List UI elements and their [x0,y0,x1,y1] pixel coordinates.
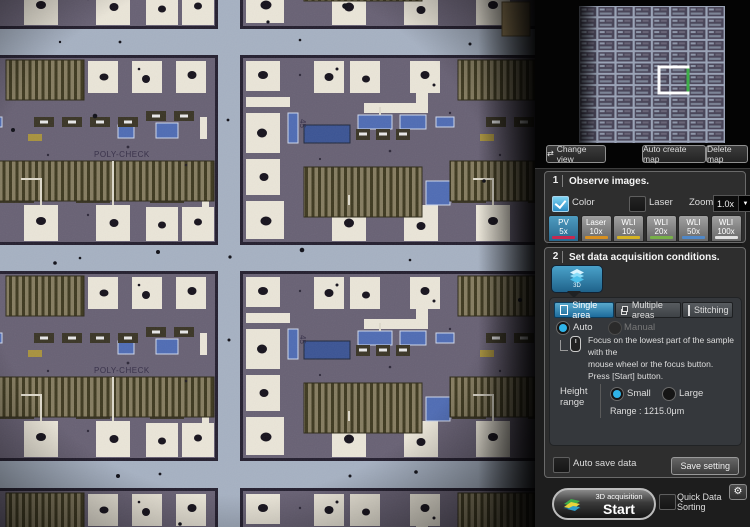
laser-checkbox[interactable] [629,196,646,212]
mode-3d-button[interactable]: 3D [551,265,603,293]
focus-connector [560,340,568,351]
microscope-view[interactable]: POLY-CHECK 45 [0,0,535,527]
objective-color-bar [650,236,673,239]
gear-icon: ⚙ [734,487,743,497]
objective-wli-10x[interactable]: WLI 10x [613,215,644,242]
auto-save-label: Auto save data [573,458,636,469]
observe-section: 1 Observe images. Color Laser Zoom 1.0x … [544,171,746,243]
tab-stitching[interactable]: Stitching [682,302,733,318]
zoom-label: Zoom [689,197,713,208]
auto-create-map-label: Auto create map [643,144,705,164]
focus-instructions: Focus on the lowest part of the sample w… [588,334,740,382]
auto-create-map-button[interactable]: Auto create map [642,145,706,163]
acquisition-header: 2 Set data acquisition conditions. [545,248,745,266]
surface-3d-icon [560,495,584,513]
specimen-image: POLY-CHECK 45 [0,0,535,527]
stitching-icon [688,305,690,316]
height-large-radio[interactable] [662,387,676,401]
height-range-label: Height range [560,386,587,408]
color-checkbox[interactable] [552,196,569,212]
auto-save-checkbox[interactable] [553,457,570,473]
objective-pv-5x[interactable]: PV 5x [548,215,579,242]
single-area-icon [560,305,568,315]
quick-data-sorting-label: Quick Data Sorting [677,492,722,512]
height-large-label: Large [679,388,703,399]
zoom-value: 1.0x [714,196,738,211]
acquisition-title: Set data acquisition conditions. [569,252,720,263]
observe-step-number: 1 [549,175,563,187]
objective-color-bar [682,236,705,239]
objective-color-bar [585,236,608,239]
objective-color-bar [552,236,575,239]
objective-wli-20x[interactable]: WLI 20x [646,215,677,242]
manual-label: Manual [624,322,655,333]
acquisition-section: 2 Set data acquisition conditions. 3D Si… [544,247,746,478]
save-setting-button[interactable]: Save setting [671,457,739,475]
height-small-radio[interactable] [610,387,624,401]
quick-data-sorting-checkbox[interactable] [659,494,676,510]
settings-gear-button[interactable]: ⚙ [729,484,747,500]
tab-multiple-areas[interactable]: Multiple areas [615,302,681,318]
height-small-label: Small [627,388,651,399]
change-view-button[interactable]: ⇄ Change view [546,145,606,163]
app-window: POLY-CHECK 45 [0,0,750,527]
objective-color-bar [715,236,738,239]
zoom-dropdown[interactable]: 1.0x ▼ [713,195,750,212]
laser-label: Laser [649,197,673,208]
start-button-label: Start [584,502,654,516]
objective-laser-10x[interactable]: Laser 10x [581,215,612,242]
auto-radio[interactable] [556,321,570,335]
manual-radio[interactable] [608,321,622,335]
mouse-icon [570,336,581,352]
acquisition-inner-panel: Single area Multiple areas Stitching Aut… [549,297,742,446]
delete-map-label: Delete map [707,144,747,164]
change-view-icon: ⇄ [547,150,554,158]
change-view-label: Change view [557,144,605,164]
area-tabs: Single area Multiple areas Stitching [554,302,733,318]
auto-label: Auto [573,322,593,333]
objective-lens-row: PV 5x Laser 10x WLI 10x WLI 20x [548,215,742,245]
objective-color-bar [617,236,640,239]
objective-wli-100x[interactable]: WLI 100x [711,215,742,242]
observe-title: Observe images. [569,176,649,187]
objective-wli-50x[interactable]: WLI 50x [678,215,709,242]
color-label: Color [572,197,595,208]
chevron-down-icon: ▼ [738,196,750,211]
delete-map-button[interactable]: Delete map [706,145,748,163]
acquisition-step-number: 2 [549,251,563,263]
tab-single-area[interactable]: Single area [554,302,614,318]
stage-map[interactable] [535,0,745,168]
observe-header: 1 Observe images. [545,172,745,190]
start-button[interactable]: 3D acquisition Start [552,488,656,520]
height-range-divider [600,384,601,418]
layers-3d-icon [568,269,586,283]
multiple-areas-icon [621,306,628,315]
height-range-value: Range : 1215.0μm [610,406,684,416]
navigation-map-zone: ⇄ Change view Auto create map Delete map [535,0,750,169]
control-panel: ⇄ Change view Auto create map Delete map… [535,0,750,527]
